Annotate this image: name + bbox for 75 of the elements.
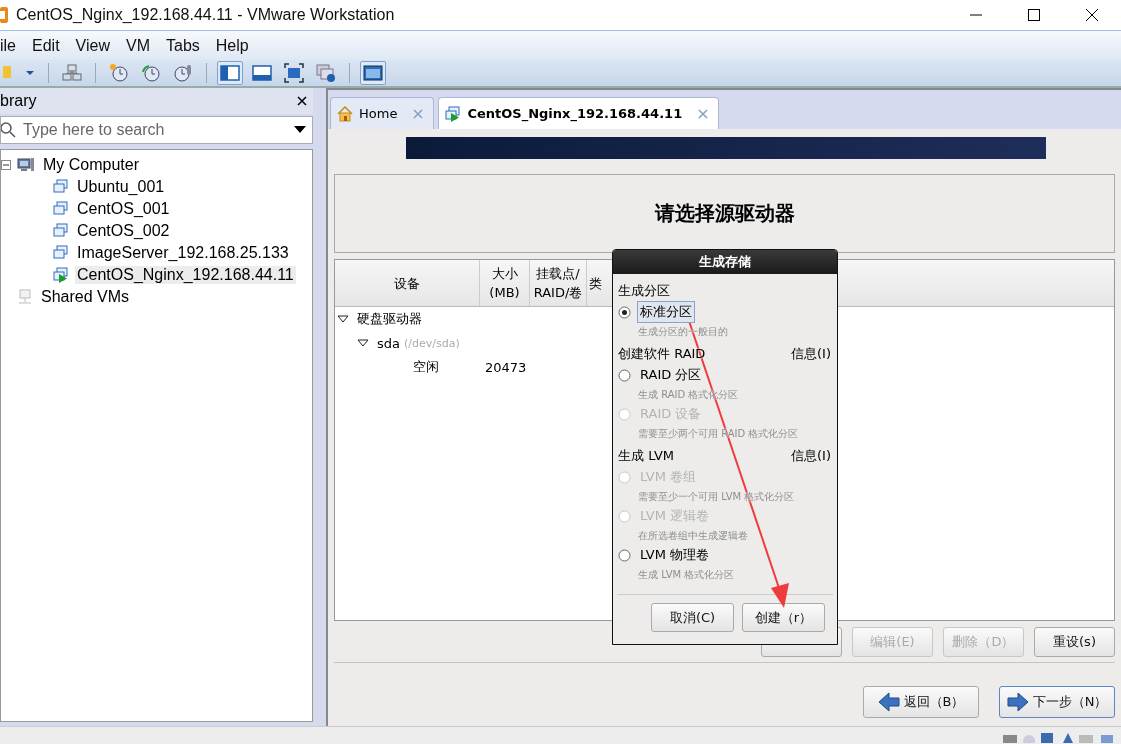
clock-icon — [141, 63, 161, 83]
console-icon — [363, 63, 383, 83]
device-path: (/dev/sda) — [404, 336, 460, 350]
dropdown-icon — [294, 126, 306, 134]
option-label[interactable]: RAID 分区 — [637, 364, 705, 386]
menu-item[interactable]: VM — [126, 36, 150, 55]
tree-item[interactable]: My Computer — [41, 156, 142, 174]
dialog-button[interactable]: 创建（r） — [742, 603, 825, 632]
shared-icon — [17, 289, 33, 305]
panel-title: brary — [0, 92, 37, 110]
tree-item[interactable]: CentOS_Nginx_192.168.44.11 — [75, 266, 296, 284]
caret-icon — [25, 70, 35, 76]
option-hint: 在所选卷组中生成逻辑卷 — [637, 529, 749, 543]
clock-icon — [173, 63, 193, 83]
menu-item[interactable]: Edit — [32, 36, 60, 55]
tree-item[interactable]: Shared VMs — [39, 288, 132, 306]
maximize-icon[interactable] — [1027, 8, 1041, 22]
back-button[interactable]: 返回（B） — [863, 686, 979, 718]
info-link[interactable]: 信息(I) — [791, 447, 831, 465]
menu-item[interactable]: Help — [215, 36, 249, 55]
page-heading: 请选择源驱动器 — [654, 200, 795, 227]
fullscreen-icon — [284, 63, 304, 83]
arrow-left-icon — [877, 692, 900, 712]
home-icon — [337, 105, 353, 122]
network-icon — [62, 63, 82, 83]
size-value: 20473 — [485, 359, 527, 375]
column-header[interactable]: 大小 (MB) — [480, 260, 530, 306]
toolbar-button[interactable] — [281, 61, 307, 85]
device-name: 空闲 — [413, 358, 439, 376]
toolbar-button[interactable] — [217, 61, 243, 85]
tree-item[interactable]: CentOS_001 — [75, 200, 172, 218]
section-heading: 生成 LVM — [618, 447, 675, 465]
close-icon — [413, 108, 424, 119]
running-vm-icon — [445, 105, 462, 122]
next-button[interactable]: 下一步（N） — [999, 686, 1115, 718]
window-title: CentOS_Nginx_192.168.44.11 - VMware Workstation — [16, 6, 395, 24]
close-icon — [297, 96, 307, 106]
collapse-icon[interactable] — [357, 339, 369, 347]
device-name: 硬盘驱动器 — [357, 310, 422, 328]
tree-item[interactable]: CentOS_002 — [75, 222, 172, 240]
sidebar-icon — [220, 63, 240, 83]
action-button[interactable]: 重设(s) — [1034, 627, 1115, 657]
option-hint: 生成分区的一般目的 — [637, 325, 729, 339]
windows-icon — [316, 63, 336, 83]
collapse-icon[interactable] — [337, 315, 349, 323]
tab[interactable]: Home — [330, 97, 435, 129]
info-link[interactable]: 信息(I) — [791, 345, 831, 363]
arrow-right-icon — [1006, 692, 1029, 712]
menu-item[interactable]: Tabs — [166, 36, 200, 55]
close-icon — [698, 108, 709, 119]
tab[interactable]: CentOS_Nginx_192.168.44.11 — [438, 97, 720, 129]
tree-item[interactable]: ImageServer_192.168.25.133 — [75, 244, 291, 262]
window-icon — [252, 63, 272, 83]
dialog-button[interactable]: 取消(C) — [651, 603, 734, 632]
tree-item[interactable]: Ubuntu_001 — [75, 178, 167, 196]
radio-button[interactable] — [618, 305, 631, 319]
option-hint: 生成 LVM 格式化分区 — [637, 568, 736, 582]
computer-icon — [17, 157, 35, 173]
radio-button[interactable] — [618, 548, 631, 562]
option-label[interactable]: 标准分区 — [637, 301, 695, 323]
menu-item[interactable]: ile — [0, 36, 16, 55]
dialog-title: 生成存储 — [613, 250, 837, 274]
toolbar-button[interactable] — [360, 61, 386, 85]
column-header[interactable]: 挂载点/ RAID/卷 — [530, 260, 587, 306]
menu-item[interactable]: View — [75, 36, 110, 55]
section-heading: 生成分区 — [618, 282, 670, 300]
option-label[interactable]: LVM 物理卷 — [637, 544, 713, 566]
search-icon — [1, 122, 17, 138]
search-field[interactable]: Type here to search — [23, 121, 288, 139]
column-header[interactable]: 设备 — [335, 260, 480, 306]
radio-button[interactable] — [618, 368, 631, 382]
device-name: sda — [377, 335, 400, 351]
clock-icon — [109, 63, 129, 83]
close-icon[interactable] — [1085, 8, 1099, 22]
search-box[interactable]: Type here to search — [0, 116, 313, 144]
